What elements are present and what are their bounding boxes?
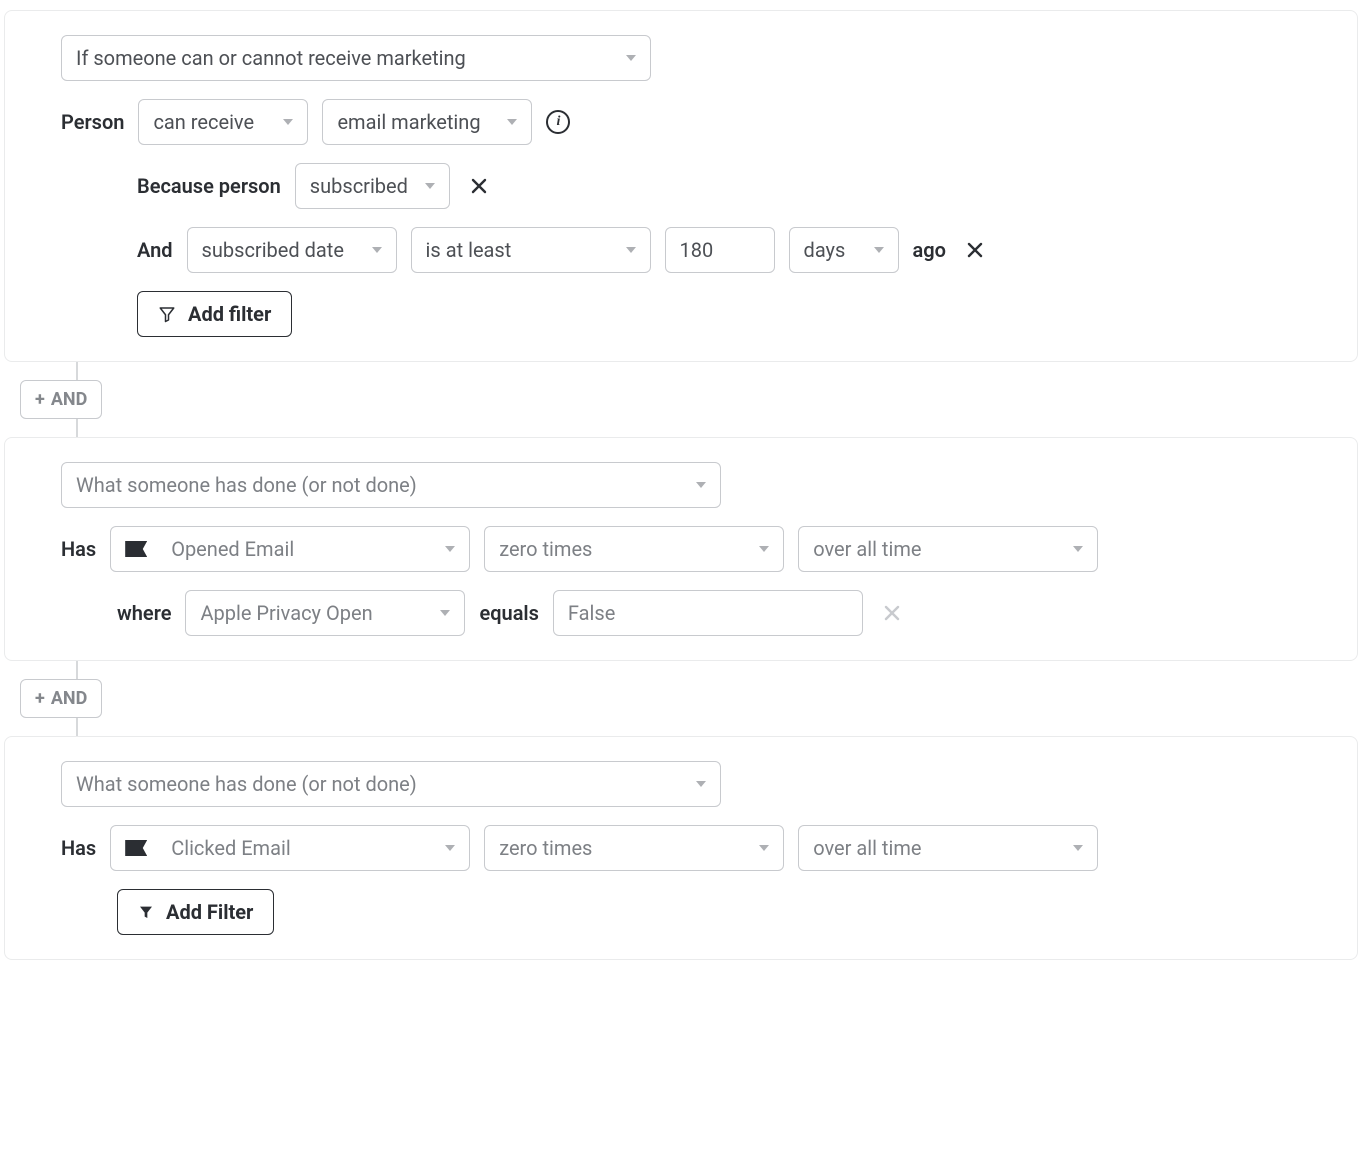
connector: + AND <box>0 661 1362 736</box>
add-filter-button[interactable]: Add filter <box>137 291 292 337</box>
chevron-down-icon <box>372 247 382 253</box>
plus-icon: + <box>35 391 45 409</box>
date-field-value: subscribed date <box>202 238 356 262</box>
condition-block-clicked: What someone has done (or not done) Has … <box>4 736 1358 960</box>
can-receive-value: can receive <box>153 110 267 134</box>
chevron-down-icon <box>759 546 769 552</box>
close-icon <box>469 176 489 196</box>
condition-type-value: If someone can or cannot receive marketi… <box>76 46 610 70</box>
date-unit-value: days <box>804 238 858 262</box>
chevron-down-icon <box>445 845 455 851</box>
condition-type-value: What someone has done (or not done) <box>76 772 680 796</box>
chevron-down-icon <box>626 247 636 253</box>
timeframe-select[interactable]: over all time <box>798 825 1098 871</box>
chevron-down-icon <box>445 546 455 552</box>
chevron-down-icon <box>696 781 706 787</box>
where-field-value: Apple Privacy Open <box>200 601 424 625</box>
count-select[interactable]: zero times <box>484 526 784 572</box>
remove-where-button[interactable] <box>877 598 907 628</box>
where-label: where <box>117 601 171 625</box>
chevron-down-icon <box>626 55 636 61</box>
has-label: Has <box>61 836 96 860</box>
date-op-select[interactable]: is at least <box>411 227 651 273</box>
where-op-label: equals <box>479 601 538 625</box>
event-select[interactable]: Clicked Email <box>110 825 470 871</box>
where-value: False <box>568 601 848 625</box>
event-value: Clicked Email <box>171 836 291 860</box>
can-receive-select[interactable]: can receive <box>138 99 308 145</box>
count-value: zero times <box>499 537 743 561</box>
date-value-input[interactable]: 180 <box>665 227 775 273</box>
info-icon[interactable]: i <box>546 110 570 134</box>
chevron-down-icon <box>874 247 884 253</box>
and-label: AND <box>51 688 88 709</box>
condition-block-opened: What someone has done (or not done) Has … <box>4 437 1358 661</box>
chevron-down-icon <box>1073 845 1083 851</box>
add-filter-button[interactable]: Add Filter <box>117 889 274 935</box>
date-field-select[interactable]: subscribed date <box>187 227 397 273</box>
condition-type-value: What someone has done (or not done) <box>76 473 680 497</box>
connector: + AND <box>0 362 1362 437</box>
add-filter-label: Add filter <box>188 302 271 326</box>
add-filter-label: Add Filter <box>166 900 253 924</box>
remove-date-button[interactable] <box>960 235 990 265</box>
date-op-value: is at least <box>426 238 610 262</box>
person-label: Person <box>61 110 124 134</box>
channel-value: email marketing <box>337 110 491 134</box>
chevron-down-icon <box>1073 546 1083 552</box>
chevron-down-icon <box>425 183 435 189</box>
channel-select[interactable]: email marketing <box>322 99 532 145</box>
event-select[interactable]: Opened Email <box>110 526 470 572</box>
timeframe-value: over all time <box>813 836 1057 860</box>
remove-because-button[interactable] <box>464 171 494 201</box>
condition-type-select[interactable]: What someone has done (or not done) <box>61 462 721 508</box>
event-value: Opened Email <box>171 537 294 561</box>
plus-icon: + <box>35 690 45 708</box>
flag-icon <box>125 541 147 557</box>
has-label: Has <box>61 537 96 561</box>
because-value: subscribed <box>310 174 409 198</box>
and-label: And <box>137 238 173 262</box>
and-connector-button[interactable]: + AND <box>20 679 102 718</box>
where-field-select[interactable]: Apple Privacy Open <box>185 590 465 636</box>
chevron-down-icon <box>507 119 517 125</box>
count-value: zero times <box>499 836 743 860</box>
date-unit-select[interactable]: days <box>789 227 899 273</box>
chevron-down-icon <box>283 119 293 125</box>
condition-type-select[interactable]: What someone has done (or not done) <box>61 761 721 807</box>
timeframe-select[interactable]: over all time <box>798 526 1098 572</box>
flag-icon <box>125 840 147 856</box>
close-icon <box>965 240 985 260</box>
filter-icon <box>158 305 176 323</box>
timeframe-value: over all time <box>813 537 1057 561</box>
filter-icon <box>138 904 154 920</box>
ago-label: ago <box>913 238 946 262</box>
and-connector-button[interactable]: + AND <box>20 380 102 419</box>
because-select[interactable]: subscribed <box>295 163 450 209</box>
date-value: 180 <box>680 238 760 262</box>
count-select[interactable]: zero times <box>484 825 784 871</box>
condition-block-marketing: If someone can or cannot receive marketi… <box>4 10 1358 362</box>
where-value-input[interactable]: False <box>553 590 863 636</box>
condition-type-select[interactable]: If someone can or cannot receive marketi… <box>61 35 651 81</box>
chevron-down-icon <box>696 482 706 488</box>
close-icon <box>882 603 902 623</box>
and-label: AND <box>51 389 88 410</box>
because-label: Because person <box>137 174 281 198</box>
chevron-down-icon <box>440 610 450 616</box>
chevron-down-icon <box>759 845 769 851</box>
